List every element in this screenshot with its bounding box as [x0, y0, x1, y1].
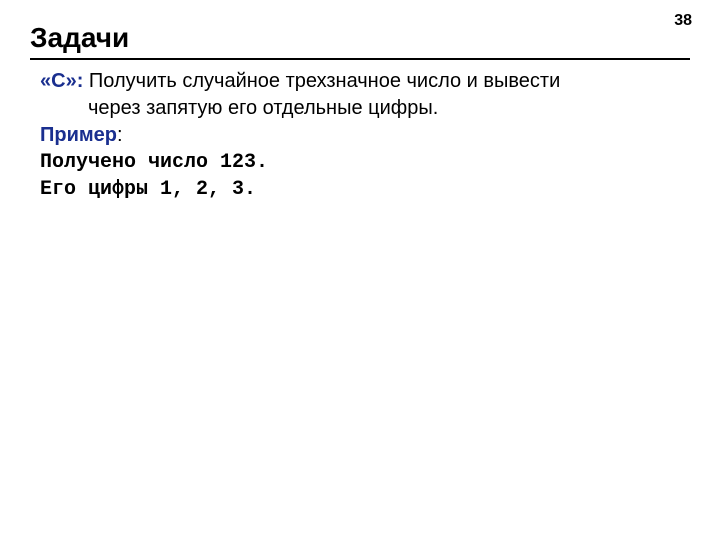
slide-body: «С»: Получить случайное трехзначное числ… — [40, 68, 680, 203]
title-rule — [30, 58, 690, 60]
task-label: «С»: — [40, 70, 83, 92]
page-title: Задачи — [30, 22, 129, 54]
example-label-line: Пример: — [40, 122, 680, 149]
example-output-2: Его цифры 1, 2, 3. — [40, 176, 680, 203]
page-number: 38 — [674, 12, 692, 30]
example-label: Пример — [40, 124, 117, 146]
slide: 38 Задачи «С»: Получить случайное трехзн… — [0, 0, 720, 540]
task-text-2: через запятую его отдельные цифры. — [88, 97, 438, 119]
task-line-1: «С»: Получить случайное трехзначное числ… — [40, 68, 680, 95]
example-colon: : — [117, 124, 123, 146]
example-output-1: Получено число 123. — [40, 149, 680, 176]
task-line-2: через запятую его отдельные цифры. — [88, 95, 680, 122]
task-text-1: Получить случайное трехзначное число и в… — [83, 70, 560, 92]
